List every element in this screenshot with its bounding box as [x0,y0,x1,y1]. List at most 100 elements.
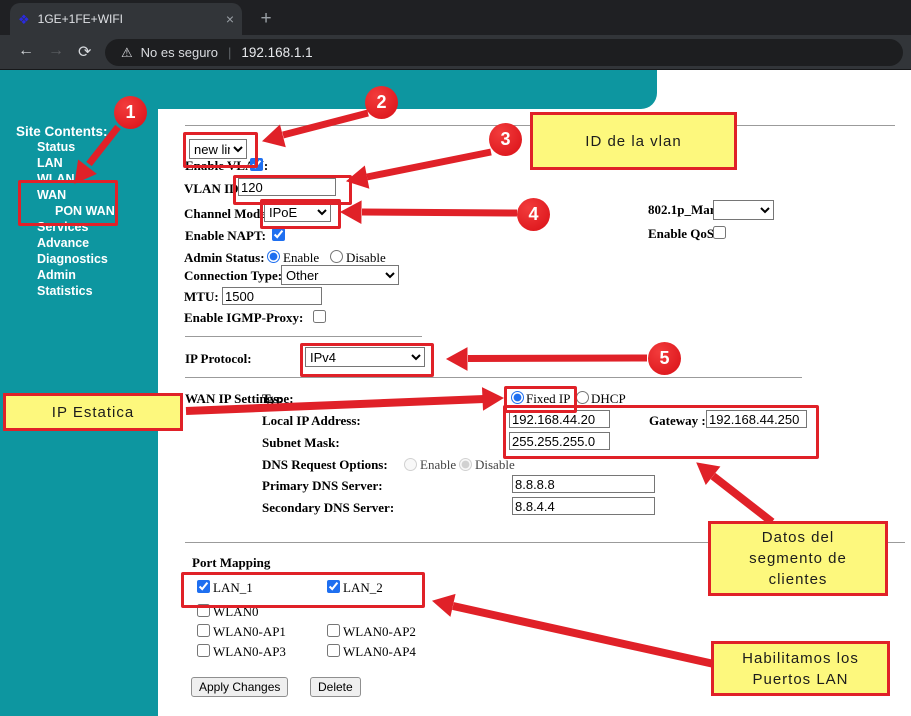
port-wlan0-ap3-checkbox[interactable] [197,644,210,657]
back-icon[interactable]: ← [18,42,34,60]
vlan-id-label: VLAN ID: [184,181,243,197]
arrow-2-shaft [283,113,368,135]
admin-enable-label: Enable [283,250,319,266]
address-bar[interactable]: ⚠ No es seguro | 192.168.1.1 [105,39,903,66]
arrow-5-head [447,348,467,370]
url-separator: | [228,45,231,60]
secondary-dns-input[interactable] [512,497,655,515]
dhcp-radio[interactable] [576,391,589,404]
port-lan1-checkbox[interactable] [197,580,210,593]
enable-napt-label: Enable NAPT: [185,228,266,244]
tab-title: 1GE+1FE+WIFI [38,12,226,26]
secondary-dns-label: Secondary DNS Server: [262,500,394,516]
sidebar-item-services[interactable]: Services [37,220,88,234]
dns-disable-radio[interactable] [459,458,472,471]
note-static-ip: IP Estatica [3,393,183,431]
sidebar-title: Site Contents: [16,124,108,139]
port-wlan0-ap4-checkbox[interactable] [327,644,340,657]
arrow-4-head [341,201,361,223]
arrow-segment-head [697,463,720,484]
note-lan-ports: Habilitamos los Puertos LAN [711,641,890,696]
favicon-icon: ❖ [18,13,30,26]
arrow-3-shaft [367,152,491,177]
arrow-segment-shaft [713,476,772,522]
arrow-static-ip-head [483,388,504,410]
note-vlan-id: ID de la vlan [530,112,737,170]
arrow-5-shaft [468,358,647,359]
sidebar-item-diagnostics[interactable]: Diagnostics [37,252,108,266]
forward-icon[interactable]: → [48,42,64,60]
divider [185,377,802,378]
primary-dns-label: Primary DNS Server: [262,478,383,494]
dns-enable-label: Enable [420,457,456,473]
sidebar-item-pon-wan[interactable]: PON WAN [55,204,115,218]
ip-protocol-label: IP Protocol: [185,351,252,367]
callout-4: 4 [517,198,550,231]
mtu-label: MTU: [184,289,219,305]
callout-3: 3 [489,123,522,156]
subnet-mask-label: Subnet Mask: [262,435,340,451]
dns-enable-radio[interactable] [404,458,417,471]
sidebar-item-wlan[interactable]: WLAN [37,172,75,186]
enable-igmp-label: Enable IGMP-Proxy: [184,310,303,326]
not-secure-warning-icon[interactable]: ⚠ [121,45,133,61]
callout-1: 1 [114,96,147,129]
local-ip-input[interactable] [509,410,610,428]
divider [185,336,422,337]
tab-close-icon[interactable]: × [226,11,234,27]
new-tab-button[interactable]: + [252,5,280,33]
delete-button[interactable]: Delete [310,677,361,697]
sidebar-item-advance[interactable]: Advance [37,236,89,250]
sidebar-item-status[interactable]: Status [37,140,75,154]
connection-type-label: Connection Type: [184,268,282,284]
channel-mode-label: Channel Mode [184,206,266,222]
8021p-mark-select[interactable] [713,200,774,220]
primary-dns-input[interactable] [512,475,655,493]
callout-2: 2 [365,86,398,119]
port-wlan0-ap1-label: WLAN0-AP1 [213,624,286,640]
note-client-segment: Datos del segmento de clientes [708,521,888,596]
dns-disable-label: Disable [475,457,515,473]
not-secure-label: No es seguro [141,45,218,60]
8021p-mark-label: 802.1p_Mark [648,202,723,218]
wan-type-label: Type: [262,391,294,407]
browser-tab[interactable]: ❖ 1GE+1FE+WIFI × [10,3,242,35]
admin-enable-radio[interactable] [267,250,280,263]
arrow-3-head [347,166,369,188]
port-wlan0-ap2-label: WLAN0-AP2 [343,624,416,640]
arrow-4-shaft [362,212,517,213]
fixed-ip-label: Fixed IP [526,391,570,407]
port-wlan0-ap3-label: WLAN0-AP3 [213,644,286,660]
port-mapping-title: Port Mapping [192,555,270,571]
connection-type-select[interactable]: Other [281,265,399,285]
dns-request-label: DNS Request Options: [262,457,388,473]
fixed-ip-radio[interactable] [511,391,524,404]
enable-napt-checkbox[interactable] [272,228,285,241]
gateway-label: Gateway : [649,413,706,429]
apply-changes-button[interactable]: Apply Changes [191,677,288,697]
port-lan2-checkbox[interactable] [327,580,340,593]
channel-mode-select[interactable]: IPoE [264,202,331,222]
port-wlan0-ap1-checkbox[interactable] [197,624,210,637]
sidebar-item-admin[interactable]: Admin [37,268,76,282]
port-wlan0-ap2-checkbox[interactable] [327,624,340,637]
sidebar-item-wan[interactable]: WAN [37,188,66,202]
vlan-id-input[interactable] [238,178,336,196]
admin-disable-radio[interactable] [330,250,343,263]
callout-5: 5 [648,342,681,375]
sidebar-item-lan[interactable]: LAN [37,156,63,170]
enable-igmp-checkbox[interactable] [313,310,326,323]
link-select[interactable]: new link [189,139,247,159]
port-wlan0-label: WLAN0 [213,604,259,620]
ip-protocol-select[interactable]: IPv4 [305,347,425,367]
subnet-mask-input[interactable] [509,432,610,450]
gateway-input[interactable] [706,410,807,428]
browser-tab-bar: ❖ 1GE+1FE+WIFI × + [0,0,911,35]
reload-icon[interactable]: ⟳ [78,42,91,62]
enable-qos-checkbox[interactable] [713,226,726,239]
local-ip-label: Local IP Address: [262,413,361,429]
port-wlan0-checkbox[interactable] [197,604,210,617]
mtu-input[interactable] [222,287,322,305]
enable-vlan-checkbox[interactable] [250,158,263,171]
sidebar-item-statistics[interactable]: Statistics [37,284,93,298]
